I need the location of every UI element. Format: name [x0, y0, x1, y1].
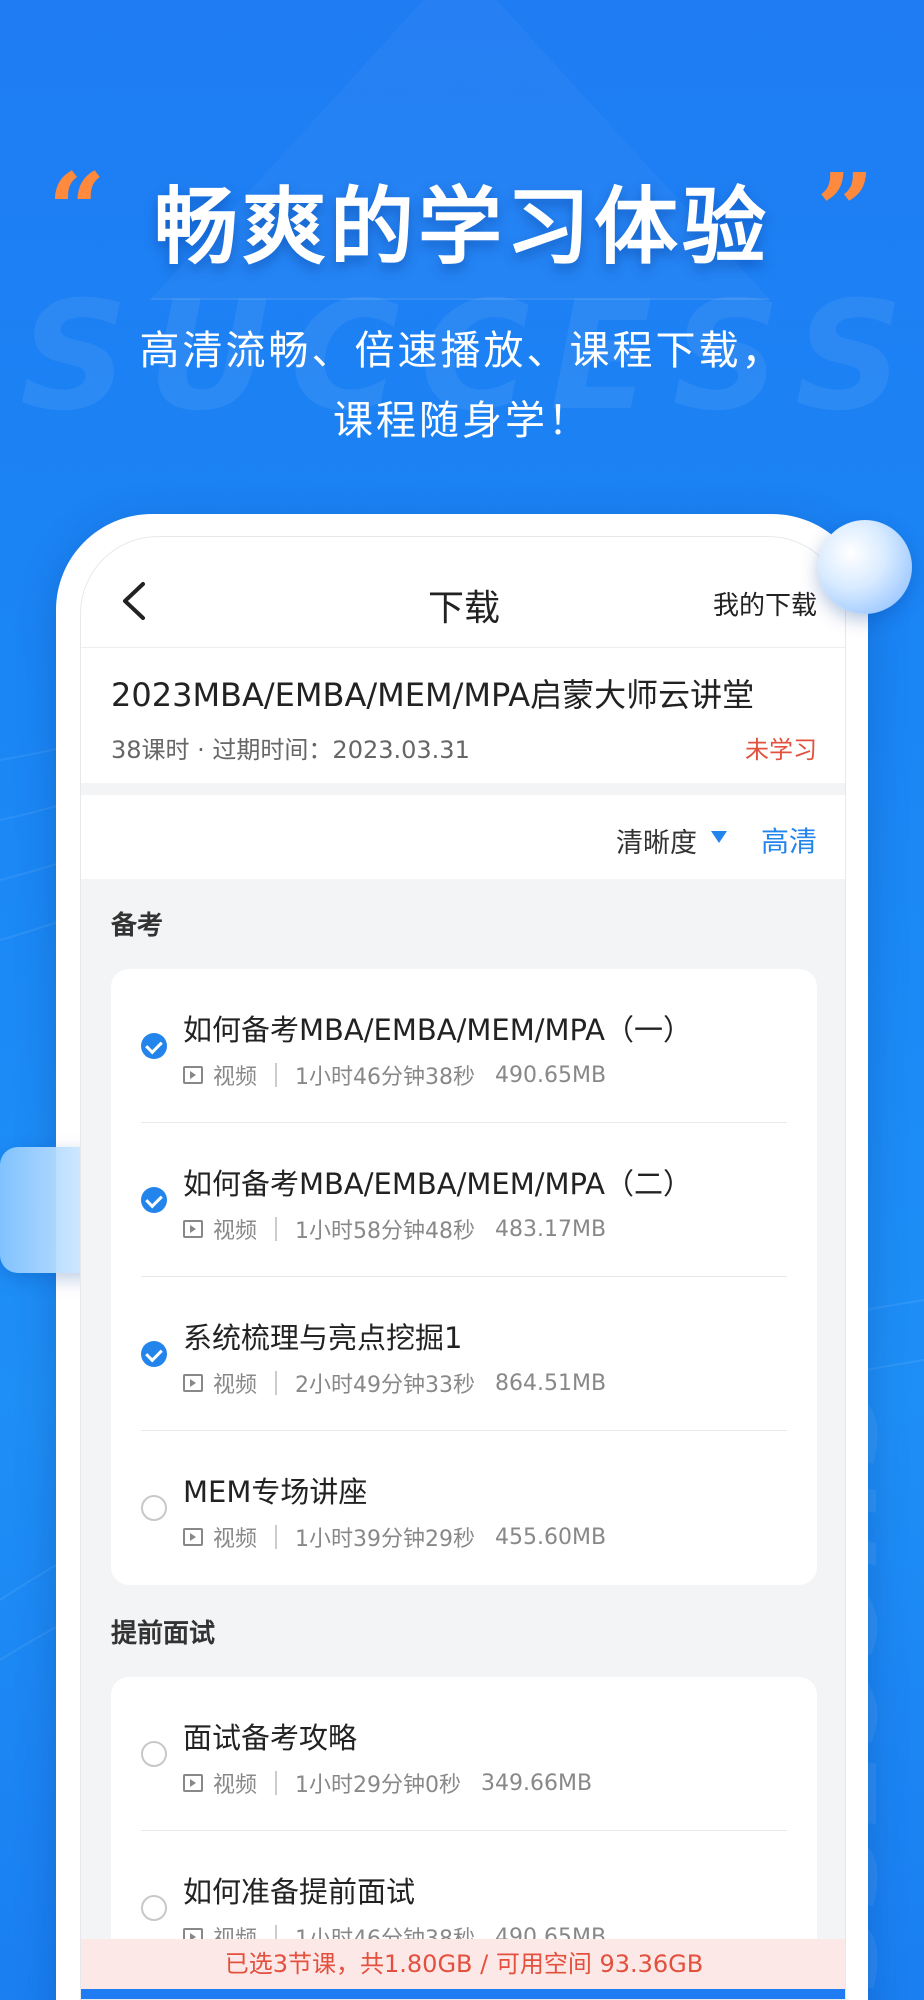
section-title: 备考 [111, 911, 164, 941]
lesson-title: 如何备考MBA/EMBA/MEM/MPA（一） [183, 1013, 693, 1047]
lesson-size: 455.60MB [495, 1524, 607, 1550]
lesson-duration: 1小时29分钟0秒 [295, 1773, 462, 1798]
video-play-icon [183, 1066, 203, 1084]
lesson-title: MEM专场讲座 [183, 1475, 368, 1509]
nav-bar: 下载 我的下载 [81, 537, 845, 647]
checkbox-unchecked-icon[interactable] [141, 1895, 167, 1921]
lesson-meta: 视频 2小时49分钟33秒 864.51MB [183, 1367, 606, 1399]
triangle-down-icon[interactable] [711, 831, 727, 843]
meta-divider [275, 1063, 278, 1087]
lesson-duration: 1小时58分钟48秒 [295, 1219, 476, 1244]
course-meta: 38课时 · 过期时间：2023.03.31 [111, 736, 470, 764]
quality-label: 清晰度 [616, 828, 697, 859]
quality-value[interactable]: 高清 [761, 820, 817, 860]
lesson-type: 视频 [213, 1527, 258, 1552]
subline-1: 高清流畅、倍速播放、课程下载， [139, 328, 785, 374]
quality-selector[interactable]: 清晰度 高清 [81, 795, 845, 879]
lesson-item[interactable]: 系统梳理与亮点挖掘1 视频 2小时49分钟33秒 864.51MB [111, 1277, 817, 1431]
course-info: 2023MBA/EMBA/MEM/MPA启蒙大师云讲堂 38课时 · 过期时间：… [81, 647, 845, 783]
meta-divider [275, 1525, 278, 1549]
selection-summary: 已选3节课，共1.80GB / 可用空间 93.36GB [81, 1939, 845, 1989]
course-status: 未学习 [745, 736, 817, 764]
lesson-item[interactable]: 如何备考MBA/EMBA/MEM/MPA（一） 视频 1小时46分钟38秒 49… [111, 969, 817, 1123]
lesson-size: 349.66MB [481, 1770, 593, 1796]
lesson-meta: 视频 1小时46分钟38秒 490.65MB [183, 1059, 606, 1091]
lesson-type: 视频 [213, 1219, 258, 1244]
section-title: 提前面试 [111, 1619, 216, 1649]
lesson-meta: 视频 1小时58分钟48秒 483.17MB [183, 1213, 606, 1245]
meta-divider [275, 1771, 278, 1795]
lesson-title: 系统梳理与亮点挖掘1 [183, 1321, 463, 1355]
lesson-meta: 视频 1小时39分钟29秒 455.60MB [183, 1521, 606, 1553]
course-title: 2023MBA/EMBA/MEM/MPA启蒙大师云讲堂 [111, 676, 755, 714]
checkbox-checked-icon[interactable] [141, 1187, 167, 1213]
lesson-size: 483.17MB [495, 1216, 607, 1242]
lesson-meta: 视频 1小时29分钟0秒 349.66MB [183, 1767, 592, 1799]
video-play-icon [183, 1528, 203, 1546]
lesson-item[interactable]: 如何备考MBA/EMBA/MEM/MPA（二） 视频 1小时58分钟48秒 48… [111, 1123, 817, 1277]
lesson-duration: 1小时39分钟29秒 [295, 1527, 476, 1552]
lesson-size: 490.65MB [495, 1062, 607, 1088]
lesson-item[interactable]: MEM专场讲座 视频 1小时39分钟29秒 455.60MB [111, 1431, 817, 1585]
phone-screen: 下载 我的下载 2023MBA/EMBA/MEM/MPA启蒙大师云讲堂 38课时… [80, 536, 846, 2000]
checkbox-unchecked-icon[interactable] [141, 1495, 167, 1521]
lesson-group: 如何备考MBA/EMBA/MEM/MPA（一） 视频 1小时46分钟38秒 49… [111, 969, 817, 1585]
lesson-type: 视频 [213, 1373, 258, 1398]
subline-2: 课程随身学！ [333, 398, 591, 444]
video-play-icon [183, 1220, 203, 1238]
lesson-title: 如何备考MBA/EMBA/MEM/MPA（二） [183, 1167, 693, 1201]
lesson-duration: 1小时46分钟38秒 [295, 1065, 476, 1090]
my-downloads-link[interactable]: 我的下载 [713, 585, 817, 622]
lesson-title: 如何准备提前面试 [183, 1875, 416, 1909]
checkbox-checked-icon[interactable] [141, 1341, 167, 1367]
lesson-item[interactable]: 面试备考攻略 视频 1小时29分钟0秒 349.66MB [111, 1677, 817, 1831]
lesson-type: 视频 [213, 1065, 258, 1090]
headline: 畅爽的学习体验 [153, 178, 770, 276]
meta-divider [275, 1371, 278, 1395]
checkbox-checked-icon[interactable] [141, 1033, 167, 1059]
meta-divider [275, 1217, 278, 1241]
lesson-duration: 2小时49分钟33秒 [295, 1373, 476, 1398]
video-play-icon [183, 1774, 203, 1792]
close-quote-mark: ” [816, 151, 874, 269]
video-play-icon [183, 1374, 203, 1392]
lesson-title: 面试备考攻略 [183, 1721, 358, 1755]
decorative-sphere [818, 520, 912, 614]
checkbox-unchecked-icon[interactable] [141, 1741, 167, 1767]
download-button[interactable] [81, 1989, 845, 1999]
lesson-type: 视频 [213, 1773, 258, 1798]
lesson-size: 864.51MB [495, 1370, 607, 1396]
